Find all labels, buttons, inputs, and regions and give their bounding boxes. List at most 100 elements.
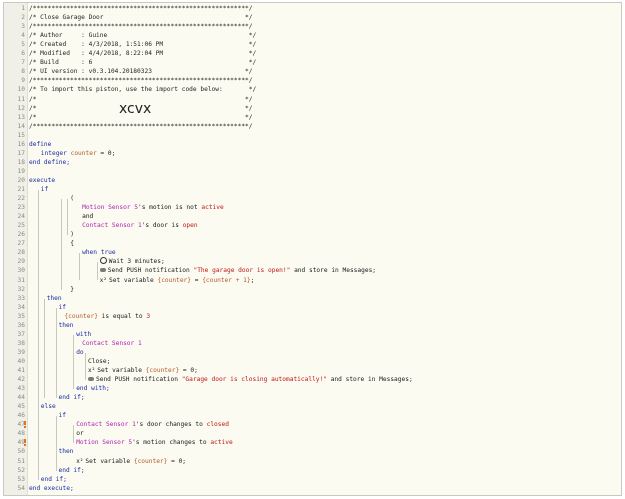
code-line[interactable]: 37 with [4,330,621,339]
code-text: if [41,185,48,194]
code-line[interactable]: 51 x² Set variable {counter} = 0; [4,457,621,466]
code-line[interactable]: 50 then [4,447,621,456]
code-editor[interactable]: 1 /**************************************… [3,2,622,496]
code-line[interactable]: 25 Contact Sensor 1's door is open [4,221,621,230]
code-text: /* Created : 4/3/2018, 1:51:06 PM */ [29,40,256,49]
code-line[interactable]: 49 Motion Sensor 5's motion changes to ac… [4,438,621,447]
chat-icon [99,268,106,273]
line-number: 26 [17,231,25,239]
code-line[interactable]: 27 { [4,239,621,248]
code-line[interactable]: 40 Close; [4,357,621,366]
code-line[interactable]: 42 Send PUSH notification "Garage door is… [4,375,621,384]
code-text: /***************************************… [29,22,253,31]
code-token: Contact Sensor 1 [76,421,136,429]
code-text: {counter} is equal to 3 [64,312,150,321]
code-text: if [59,303,66,312]
code-token: Motion Sensor 5 [76,439,133,447]
code-line[interactable]: 43 end with; [4,384,621,393]
code-line[interactable]: 53 end if; [4,475,621,484]
code-line[interactable]: 39 do [4,348,621,357]
code-text: /***************************************… [29,4,253,13]
code-token: integer [40,149,71,157]
code-line[interactable]: 46 if [4,411,621,420]
code-line[interactable]: 23 Motion Sensor 5's motion is not active [4,203,621,212]
indent-guide [55,416,57,471]
code-text: /* UI version : v0.3.104.20180323 */ [29,67,253,76]
line-number: 46 [17,412,25,420]
line-number: 13 [17,113,25,121]
code-line[interactable]: 20 execute [4,176,621,185]
code-text: then [59,321,74,330]
code-line[interactable]: 18 end define; [4,158,621,167]
code-token: counter [70,149,97,157]
code-line[interactable]: 47 Contact Sensor 1's door changes to clo… [4,420,621,429]
code-line[interactable]: 36 then [4,321,621,330]
code-line[interactable]: 24 and [4,212,621,221]
code-line[interactable]: 15 [4,131,621,140]
code-line[interactable]: 6 /* Modified : 4/4/2018, 8:22:04 PM */ [4,49,621,58]
code-line[interactable]: 17 integer counter = 0; [4,149,621,158]
code-line[interactable]: 35 {counter} is equal to 3 [4,312,621,321]
line-number: 27 [17,240,25,248]
line-number: 40 [17,357,25,365]
code-line[interactable]: 3 /**************************************… [4,22,621,31]
code-line[interactable]: 32} [4,285,621,294]
indent-guide [37,190,39,480]
line-number: 1 [21,5,25,12]
code-line[interactable]: 13 /* */ [4,113,621,122]
code-line[interactable]: 5 /* Created : 4/3/2018, 1:51:06 PM */ [4,40,621,49]
code-line[interactable]: 10 /* To import this piston, use the impo… [4,85,621,94]
code-line[interactable]: 54 end execute; [4,484,621,493]
code-line[interactable]: 4 /* Author : Guine */ [4,31,621,40]
line-number: 43 [17,385,25,393]
code-line[interactable]: 9 /**************************************… [4,76,621,85]
code-text: Send PUSH notification "The garage door … [99,266,376,275]
code-token: 3 [146,312,151,320]
line-number: 53 [17,475,25,483]
code-text: else [41,402,56,411]
line-number: 16 [17,140,25,148]
code-line[interactable]: 7 /* Build : 6 */ [4,58,621,67]
code-line[interactable]: 1 /**************************************… [4,4,621,13]
code-line[interactable]: 21 if [4,185,621,194]
code-token: /***************************************… [29,122,253,130]
code-token: /* Build : 6 */ [29,59,257,67]
indent-guide [43,298,45,399]
code-token: Wait 3 minutes; [108,258,165,266]
code-line[interactable]: 8 /* UI version : v0.3.104.20180323 */ [4,67,621,76]
code-token: Send PUSH notification [96,376,182,384]
code-line[interactable]: 2 /* Close Garage Door */ [4,13,621,22]
code-text: or [76,429,83,438]
line-number: 54 [17,484,25,492]
code-line[interactable]: 12/* */xcvx [4,101,621,117]
line-number: 33 [17,294,25,302]
code-token: when true [82,249,116,257]
code-line[interactable]: 44 end if; [4,393,621,402]
code-line[interactable]: 38 Contact Sensor 1 [4,339,621,348]
code-token: changes to [165,439,211,447]
indent-guide [73,334,75,390]
code-line[interactable]: 11/* */ [4,95,621,104]
code-line[interactable]: 41 x² Set variable {counter} = 0; [4,366,621,375]
code-line[interactable]: 52 end if; [4,466,621,475]
code-line[interactable]: 28 when true [4,248,621,257]
code-text: do [76,348,83,357]
code-line[interactable]: 19 [4,167,621,176]
code-line[interactable]: 26) [4,230,621,239]
code-token: /* To import this piston, use the import… [29,86,257,94]
code-line[interactable]: 14 /*************************************… [4,122,621,131]
code-line[interactable]: 34 if [4,303,621,312]
code-line[interactable]: 45 else [4,402,621,411]
line-number: 32 [17,285,25,293]
code-line[interactable]: 48 or [4,429,621,438]
code-token: Motion Sensor 5 [82,204,138,212]
code-text: end execute; [29,484,74,493]
code-token: {counter} [64,312,98,320]
trigger-marker-icon [23,439,27,447]
line-number: 41 [17,367,25,374]
code-line[interactable]: 16 define [4,140,621,149]
code-token: then [46,294,62,302]
code-line[interactable]: 22 ( [4,194,621,203]
line-number: 36 [17,321,25,329]
code-line[interactable]: 33 then [4,294,621,303]
